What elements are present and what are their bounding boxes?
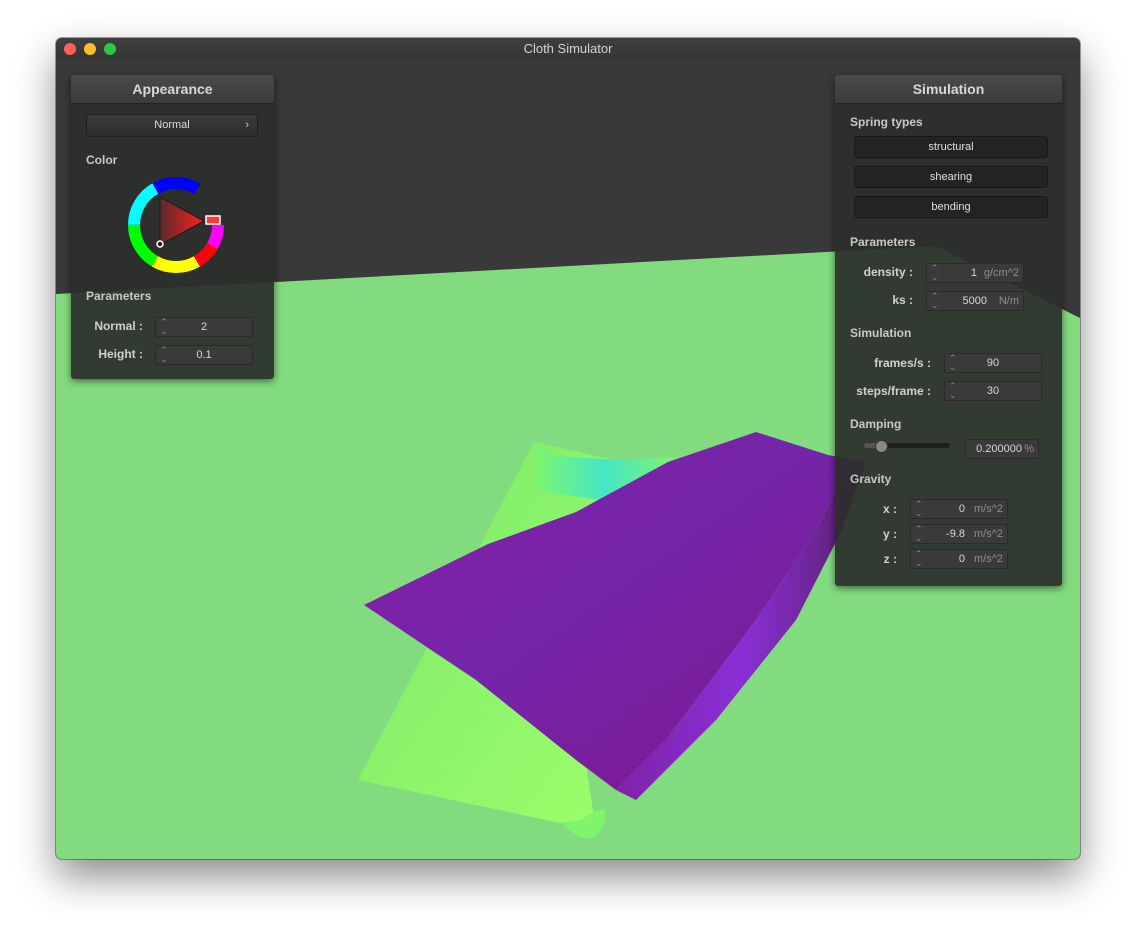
spinner-arrows-icon[interactable]: ⌃ ⌄ (160, 346, 168, 364)
app-window: Cloth Simulator Appearance Normal › Colo… (56, 38, 1080, 859)
spinner-arrows-icon[interactable]: ⌃ ⌄ (931, 292, 939, 310)
simulation-panel-title: Simulation (835, 75, 1062, 104)
minimize-window-button[interactable] (84, 43, 96, 55)
damping-label: Damping (850, 417, 902, 431)
density-unit: g/cm^2 (983, 267, 1019, 279)
shearing-button[interactable]: shearing (854, 166, 1048, 188)
gravity-y-field[interactable]: ⌃ ⌄ -9.8 m/s^2 (910, 524, 1008, 544)
ks-label: ks : (892, 293, 913, 307)
steps-field[interactable]: ⌃ ⌄ 30 (944, 381, 1042, 401)
spinner-arrows-icon[interactable]: ⌃ ⌄ (915, 500, 923, 518)
damping-slider[interactable] (864, 440, 950, 453)
spinner-arrows-icon[interactable]: ⌃ ⌄ (949, 354, 957, 372)
gravity-y-value: -9.8 (946, 528, 965, 540)
damping-value: 0.200000 (976, 443, 1022, 455)
height-value: 0.1 (196, 349, 212, 361)
steps-label: steps/frame : (856, 384, 931, 398)
gravity-x-field[interactable]: ⌃ ⌄ 0 m/s^2 (910, 499, 1008, 519)
color-label: Color (86, 153, 118, 167)
fps-value: 90 (986, 357, 1000, 369)
appearance-panel: Appearance Normal › Color Parameters Nor… (71, 75, 274, 379)
close-window-button[interactable] (64, 43, 76, 55)
shader-select[interactable]: Normal › (86, 114, 258, 137)
appearance-panel-title: Appearance (71, 75, 274, 104)
simulation-section-label: Simulation (850, 326, 912, 340)
gravity-y-label: y : (882, 527, 897, 541)
gravity-y-unit: m/s^2 (974, 528, 1003, 540)
density-field[interactable]: ⌃ ⌄ 1 g/cm^2 (926, 263, 1024, 283)
ks-field[interactable]: ⌃ ⌄ 5000 N/m (926, 291, 1024, 311)
gravity-z-field[interactable]: ⌃ ⌄ 0 m/s^2 (910, 549, 1008, 569)
height-field[interactable]: ⌃ ⌄ 0.1 (155, 345, 253, 365)
gravity-z-value: 0 (958, 553, 965, 565)
spinner-arrows-icon[interactable]: ⌃ ⌄ (160, 318, 168, 336)
ks-value: 5000 (962, 295, 987, 307)
appearance-parameters-label: Parameters (86, 289, 152, 303)
color-wheel[interactable] (128, 177, 224, 273)
damping-unit: % (1024, 443, 1034, 455)
parameters-label: Parameters (850, 235, 916, 249)
spring-types-label: Spring types (850, 115, 923, 129)
gravity-z-label: z : (883, 552, 897, 566)
fps-field[interactable]: ⌃ ⌄ 90 (944, 353, 1042, 373)
structural-button[interactable]: structural (854, 136, 1048, 158)
gravity-z-unit: m/s^2 (974, 553, 1003, 565)
gravity-label: Gravity (850, 472, 892, 486)
window-title: Cloth Simulator (523, 41, 613, 56)
density-value: 1 (970, 267, 977, 279)
damping-field[interactable]: 0.200000 % (965, 439, 1039, 459)
normal-value: 2 (200, 321, 208, 333)
normal-label: Normal : (94, 319, 143, 333)
steps-value: 30 (986, 385, 1000, 397)
spinner-arrows-icon[interactable]: ⌃ ⌄ (931, 264, 939, 282)
normal-field[interactable]: ⌃ ⌄ 2 (155, 317, 253, 337)
shader-select-value: Normal (154, 119, 190, 131)
density-label: density : (863, 265, 913, 279)
bending-button[interactable]: bending (854, 196, 1048, 218)
spinner-arrows-icon[interactable]: ⌃ ⌄ (915, 550, 923, 568)
gravity-x-label: x : (882, 502, 897, 516)
simulation-panel: Simulation Spring types structural shear… (835, 75, 1062, 586)
fps-label: frames/s : (874, 356, 931, 370)
gravity-x-value: 0 (958, 503, 965, 515)
title-bar: Cloth Simulator (56, 38, 1080, 61)
height-label: Height : (98, 347, 143, 361)
chevron-right-icon: › (245, 119, 249, 131)
maximize-window-button[interactable] (104, 43, 116, 55)
ks-unit: N/m (998, 295, 1019, 307)
spinner-arrows-icon[interactable]: ⌃ ⌄ (949, 382, 957, 400)
spinner-arrows-icon[interactable]: ⌃ ⌄ (915, 525, 923, 543)
gravity-x-unit: m/s^2 (974, 503, 1003, 515)
damping-slider-handle[interactable] (875, 440, 889, 453)
